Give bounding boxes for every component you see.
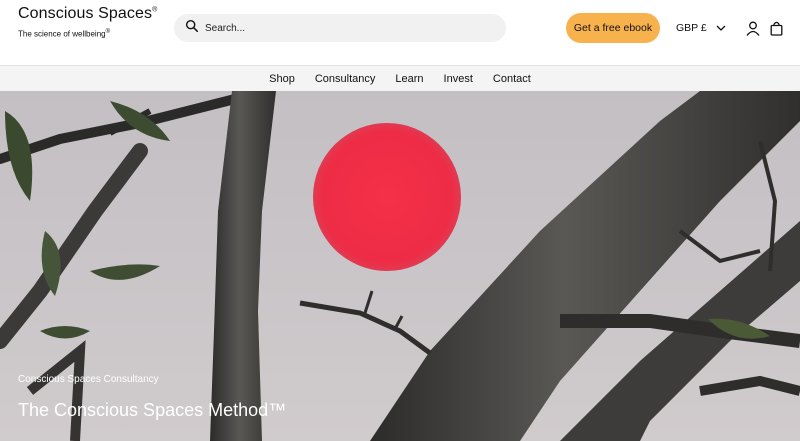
currency-label: GBP £	[676, 22, 707, 34]
brand-name: Conscious Spaces®	[18, 5, 158, 22]
account-button[interactable]	[744, 19, 762, 37]
search-input[interactable]	[205, 22, 485, 34]
user-icon	[746, 21, 760, 36]
free-ebook-button[interactable]: Get a free ebook	[566, 13, 660, 43]
hero-image	[0, 91, 800, 441]
hero-banner: Conscious Spaces Consultancy The Conscio…	[0, 91, 800, 441]
brand-tagline: The science of wellbeing®	[18, 29, 111, 39]
currency-selector[interactable]: GBP £	[676, 19, 726, 37]
nav-item-shop[interactable]: Shop	[269, 73, 295, 85]
nav-item-contact[interactable]: Contact	[493, 73, 531, 85]
nav-item-learn[interactable]: Learn	[395, 73, 423, 85]
nav-item-invest[interactable]: Invest	[444, 73, 473, 85]
search-icon	[185, 19, 199, 38]
logo[interactable]: Conscious Spaces® The science of wellbei…	[18, 5, 157, 39]
shopping-bag-icon	[770, 21, 782, 36]
site-header: Conscious Spaces® The science of wellbei…	[0, 0, 800, 65]
cart-button[interactable]	[767, 19, 785, 37]
nav-item-consultancy[interactable]: Consultancy	[315, 73, 376, 85]
hero-eyebrow: Conscious Spaces Consultancy	[18, 374, 159, 385]
main-nav: Shop Consultancy Learn Invest Contact	[0, 65, 800, 91]
hero-title: The Conscious Spaces Method™	[18, 400, 287, 420]
chevron-down-icon	[716, 25, 726, 31]
search-bar[interactable]	[174, 14, 506, 42]
sun	[313, 123, 461, 271]
